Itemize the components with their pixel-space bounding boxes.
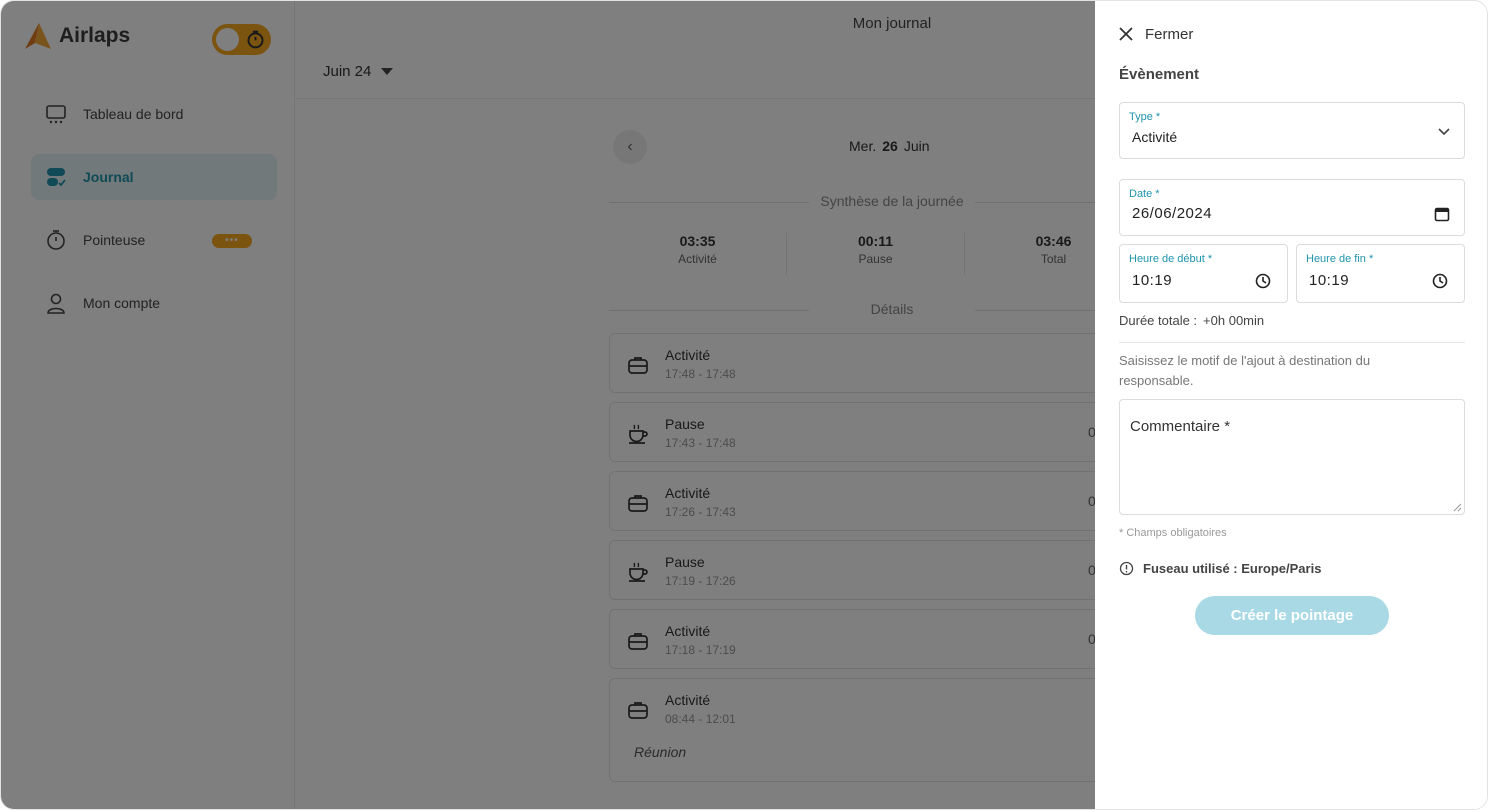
type-select[interactable]: Type * Activité	[1119, 102, 1465, 159]
app-window: Airlaps Tableau de bord	[0, 0, 1488, 810]
end-time-value: 10:19	[1309, 272, 1350, 289]
clock-icon[interactable]	[1255, 273, 1271, 289]
chevron-down-icon	[1438, 128, 1450, 136]
timezone-info: Fuseau utilisé : Europe/Paris	[1119, 561, 1321, 576]
date-field[interactable]: Date * 26/06/2024	[1119, 179, 1465, 236]
calendar-icon[interactable]	[1434, 206, 1450, 222]
date-label: Date *	[1129, 188, 1160, 200]
duration-label: Durée totale :	[1119, 313, 1198, 328]
timezone-text: Fuseau utilisé : Europe/Paris	[1143, 561, 1322, 576]
type-value: Activité	[1132, 129, 1178, 145]
close-label: Fermer	[1145, 25, 1194, 43]
close-button[interactable]: Fermer	[1117, 25, 1193, 43]
type-label: Type *	[1129, 111, 1161, 123]
drawer-title: Évènement	[1119, 66, 1200, 83]
comment-textarea[interactable]: Commentaire *	[1119, 399, 1465, 515]
modal-backdrop[interactable]	[1, 1, 1095, 809]
end-time-label: Heure de fin *	[1306, 253, 1374, 265]
clock-icon[interactable]	[1432, 273, 1448, 289]
start-time-value: 10:19	[1132, 272, 1173, 289]
resize-grip-icon[interactable]	[1453, 503, 1462, 512]
duration-value: +0h 00min	[1203, 313, 1265, 328]
info-icon	[1119, 561, 1134, 576]
divider	[1119, 342, 1465, 343]
start-time-label: Heure de début *	[1129, 253, 1213, 265]
helper-text: Saisissez le motif de l'ajout à destinat…	[1119, 353, 1371, 388]
date-value: 26/06/2024	[1132, 205, 1213, 222]
comment-placeholder: Commentaire *	[1130, 418, 1231, 435]
required-fields-note: * Champs obligatoires	[1119, 527, 1227, 539]
create-entry-button[interactable]: Créer le pointage	[1195, 596, 1389, 635]
close-icon	[1119, 27, 1133, 41]
total-duration: Durée totale : +0h 00min	[1119, 313, 1264, 328]
end-time-field[interactable]: Heure de fin * 10:19	[1296, 244, 1465, 303]
start-time-field[interactable]: Heure de début * 10:19	[1119, 244, 1288, 303]
event-drawer: Fermer Évènement Type * Activité Date * …	[1095, 1, 1487, 809]
